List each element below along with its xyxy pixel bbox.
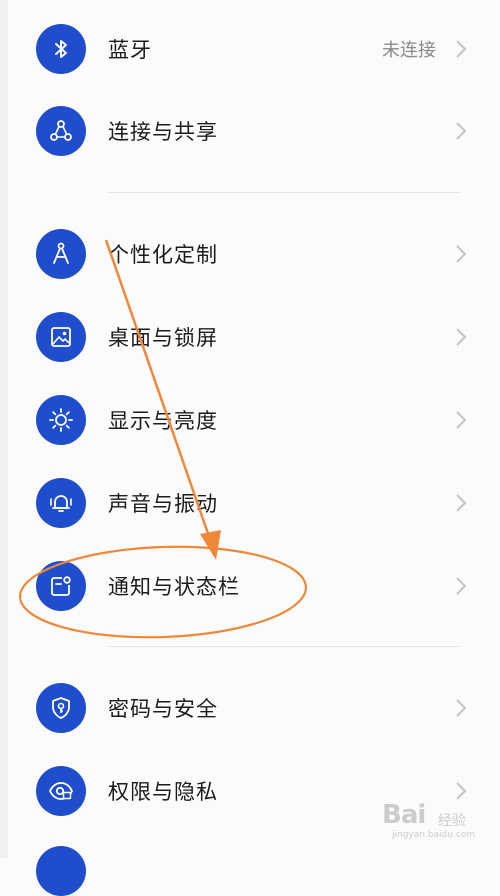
chevron-right-icon bbox=[456, 245, 467, 263]
shield-key-icon bbox=[36, 683, 86, 733]
bluetooth-icon bbox=[36, 24, 86, 74]
settings-item-label: 蓝牙 bbox=[108, 38, 152, 62]
settings-item-bluetooth[interactable]: 蓝牙 未连接 bbox=[0, 8, 500, 90]
settings-item-display-brightness[interactable]: 显示与亮度 bbox=[0, 379, 500, 461]
settings-item-personalization[interactable]: 个性化定制 bbox=[0, 213, 500, 295]
compass-icon bbox=[36, 229, 86, 279]
settings-item-label: 桌面与锁屏 bbox=[108, 326, 218, 350]
chevron-right-icon bbox=[456, 40, 467, 58]
sun-icon bbox=[36, 395, 86, 445]
chevron-right-icon bbox=[456, 782, 467, 800]
settings-item-desktop-lockscreen[interactable]: 桌面与锁屏 bbox=[0, 296, 500, 378]
next-item-icon bbox=[36, 846, 86, 896]
settings-item-notifications-statusbar[interactable]: 通知与状态栏 bbox=[0, 545, 500, 627]
settings-item-label: 密码与安全 bbox=[108, 697, 218, 721]
notification-icon bbox=[36, 561, 86, 611]
status-text: 未连接 bbox=[382, 40, 436, 61]
image-icon bbox=[36, 312, 86, 362]
settings-item-label: 个性化定制 bbox=[108, 243, 218, 267]
settings-item-sound-vibration[interactable]: 声音与振动 bbox=[0, 462, 500, 544]
settings-item-connection-sharing[interactable]: 连接与共享 bbox=[0, 90, 500, 172]
bell-icon bbox=[36, 478, 86, 528]
settings-item-label: 通知与状态栏 bbox=[108, 575, 240, 599]
share-nodes-icon bbox=[36, 106, 86, 156]
settings-item-label: 权限与隐私 bbox=[108, 780, 218, 804]
chevron-right-icon bbox=[456, 122, 467, 140]
watermark: Bai 经验 jingyan.baidu.com bbox=[382, 800, 476, 840]
chevron-right-icon bbox=[456, 577, 467, 595]
settings-item-label: 连接与共享 bbox=[108, 120, 218, 144]
chevron-right-icon bbox=[456, 494, 467, 512]
section-divider bbox=[108, 192, 460, 193]
chevron-right-icon bbox=[456, 699, 467, 717]
settings-item-label: 声音与振动 bbox=[108, 492, 218, 516]
section-divider bbox=[108, 646, 460, 647]
eye-lock-icon bbox=[36, 766, 86, 816]
settings-item-password-security[interactable]: 密码与安全 bbox=[0, 667, 500, 749]
chevron-right-icon bbox=[456, 328, 467, 346]
settings-item-label: 显示与亮度 bbox=[108, 409, 218, 433]
chevron-right-icon bbox=[456, 411, 467, 429]
